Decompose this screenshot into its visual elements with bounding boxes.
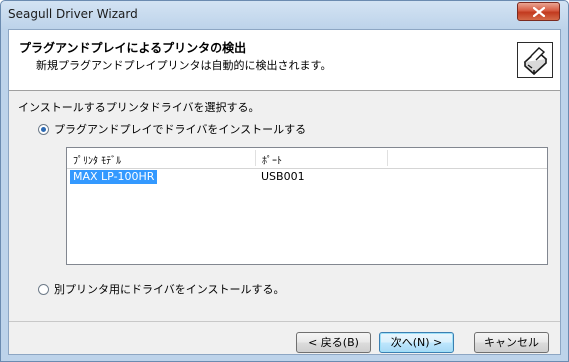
wizard-window: Seagull Driver Wizard プラグアンドプレイによるプリンタの検… bbox=[0, 0, 569, 362]
wizard-body: インストールするプリンタドライバを選択する。 プラグアンドプレイでドライバをイン… bbox=[9, 91, 560, 354]
close-button[interactable] bbox=[517, 2, 560, 21]
column-port[interactable]: ﾎﾟｰﾄ bbox=[262, 152, 282, 167]
footer-divider bbox=[9, 321, 560, 322]
option-other-install[interactable]: 別プリンタ用にドライバをインストールする。 bbox=[38, 281, 285, 297]
column-divider[interactable] bbox=[387, 150, 388, 166]
page-title: プラグアンドプレイによるプリンタの検出 bbox=[19, 41, 247, 55]
printer-port: USB001 bbox=[261, 170, 305, 183]
printer-icon bbox=[517, 42, 553, 78]
page-subtitle: 新規プラグアンドプレイプリンタは自動的に検出されます。 bbox=[36, 59, 332, 72]
window-title: Seagull Driver Wizard bbox=[8, 7, 138, 21]
option-other-label: 別プリンタ用にドライバをインストールする。 bbox=[54, 283, 285, 296]
cancel-button[interactable]: キャンセル bbox=[474, 332, 549, 353]
back-button[interactable]: < 戻る(B) bbox=[296, 332, 371, 353]
dialog-client: プラグアンドプレイによるプリンタの検出 新規プラグアンドプレイプリンタは自動的に… bbox=[8, 29, 561, 355]
option-pnp-install[interactable]: プラグアンドプレイでドライバをインストールする bbox=[38, 121, 306, 137]
wizard-header: プラグアンドプレイによるプリンタの検出 新規プラグアンドプレイプリンタは自動的に… bbox=[9, 30, 560, 91]
list-header: ﾌﾟﾘﾝﾀ ﾓﾃﾞﾙ ﾎﾟｰﾄ bbox=[67, 148, 547, 169]
selection-prompt: インストールするプリンタドライバを選択する。 bbox=[18, 101, 260, 114]
close-icon bbox=[533, 7, 545, 17]
list-item[interactable]: MAX LP-100HR USB001 bbox=[67, 169, 547, 185]
printer-model: MAX LP-100HR bbox=[70, 170, 158, 184]
radio-pnp[interactable] bbox=[38, 123, 49, 135]
column-model[interactable]: ﾌﾟﾘﾝﾀ ﾓﾃﾞﾙ bbox=[73, 152, 121, 167]
option-pnp-label: プラグアンドプレイでドライバをインストールする bbox=[54, 123, 307, 136]
title-bar[interactable]: Seagull Driver Wizard bbox=[1, 1, 568, 29]
next-button[interactable]: 次へ(N) > bbox=[379, 332, 454, 353]
radio-other[interactable] bbox=[38, 283, 49, 295]
column-divider[interactable] bbox=[255, 150, 256, 166]
printer-list[interactable]: ﾌﾟﾘﾝﾀ ﾓﾃﾞﾙ ﾎﾟｰﾄ MAX LP-100HR USB001 bbox=[66, 147, 548, 265]
